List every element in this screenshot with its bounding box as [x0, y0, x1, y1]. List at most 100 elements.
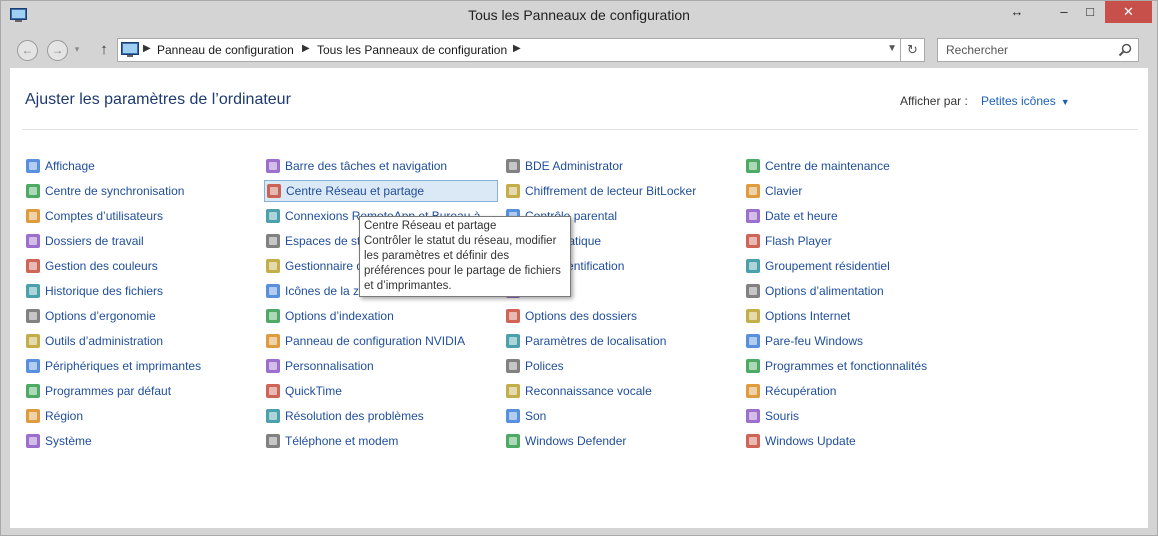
item-label[interactable]: Outils d’administration	[45, 334, 163, 348]
item-power-options[interactable]: Options d’alimentation	[745, 280, 884, 302]
item-label[interactable]: Programmes et fonctionnalités	[765, 359, 927, 373]
item-label[interactable]: Paramètres de localisation	[525, 334, 666, 348]
item-label[interactable]: Comptes d’utilisateurs	[45, 209, 163, 223]
item-date-time[interactable]: Date et heure	[745, 205, 838, 227]
resize-icon[interactable]: ↔	[1004, 1, 1030, 23]
item-label[interactable]: Centre Réseau et partage	[286, 184, 424, 198]
item-bde-admin[interactable]: BDE Administrator	[505, 155, 623, 177]
item-nvidia[interactable]: Panneau de configuration NVIDIA	[265, 330, 465, 352]
forward-button[interactable]: →	[47, 40, 68, 61]
minimize-button[interactable]: –	[1051, 1, 1077, 23]
item-homegroup[interactable]: Groupement résidentiel	[745, 255, 890, 277]
item-user-accounts[interactable]: Comptes d’utilisateurs	[25, 205, 163, 227]
item-label[interactable]: Gestionnaire d	[285, 259, 363, 273]
item-label[interactable]: Options Internet	[765, 309, 850, 323]
item-device-manager[interactable]: Gestionnaire d	[265, 255, 363, 277]
view-by-dropdown[interactable]: Petites icônes ▼	[981, 94, 1070, 108]
item-label[interactable]: Personnalisation	[285, 359, 374, 373]
item-label[interactable]: Options d’alimentation	[765, 284, 884, 298]
chevron-right-icon[interactable]: ▶	[513, 43, 521, 54]
item-label[interactable]: QuickTime	[285, 384, 342, 398]
item-admin-tools[interactable]: Outils d’administration	[25, 330, 163, 352]
item-folder-options[interactable]: Options des dossiers	[505, 305, 637, 327]
chevron-right-icon[interactable]: ▶	[143, 43, 151, 54]
item-label[interactable]: Région	[45, 409, 83, 423]
item-label[interactable]: Polices	[525, 359, 564, 373]
search-input[interactable]	[938, 39, 1114, 61]
item-mouse[interactable]: Souris	[745, 405, 799, 427]
item-speech-recognition[interactable]: Reconnaissance vocale	[505, 380, 652, 402]
item-label[interactable]: Souris	[765, 409, 799, 423]
item-system[interactable]: Système	[25, 430, 92, 452]
item-sync-center[interactable]: Centre de synchronisation	[25, 180, 184, 202]
refresh-button[interactable]: ↻	[901, 38, 925, 62]
item-quicktime[interactable]: QuickTime	[265, 380, 342, 402]
item-label[interactable]: Pare-feu Windows	[765, 334, 863, 348]
maximize-button[interactable]: □	[1077, 1, 1103, 23]
item-programs-features[interactable]: Programmes et fonctionnalités	[745, 355, 927, 377]
item-internet-options[interactable]: Options Internet	[745, 305, 850, 327]
view-by-value[interactable]: Petites icônes	[981, 94, 1056, 108]
item-flash-player[interactable]: Flash Player	[745, 230, 832, 252]
item-label[interactable]: Windows Defender	[525, 434, 626, 448]
item-action-center[interactable]: Centre de maintenance	[745, 155, 890, 177]
item-devices-printers[interactable]: Périphériques et imprimantes	[25, 355, 201, 377]
item-label[interactable]: Centre de synchronisation	[45, 184, 184, 198]
item-file-history[interactable]: Historique des fichiers	[25, 280, 163, 302]
address-bar[interactable]: ▶ Panneau de configuration ▶ Tous les Pa…	[117, 38, 901, 62]
item-label[interactable]: Son	[525, 409, 546, 423]
item-label[interactable]: Groupement résidentiel	[765, 259, 890, 273]
item-windows-update[interactable]: Windows Update	[745, 430, 856, 452]
item-troubleshooting[interactable]: Résolution des problèmes	[265, 405, 424, 427]
item-label[interactable]: Système	[45, 434, 92, 448]
item-keyboard[interactable]: Clavier	[745, 180, 802, 202]
item-ease-of-access[interactable]: Options d’ergonomie	[25, 305, 156, 327]
item-label[interactable]: Centre de maintenance	[765, 159, 890, 173]
item-label[interactable]: Barre des tâches et navigation	[285, 159, 447, 173]
item-windows-defender[interactable]: Windows Defender	[505, 430, 626, 452]
item-label[interactable]: Date et heure	[765, 209, 838, 223]
item-taskbar[interactable]: Barre des tâches et navigation	[265, 155, 447, 177]
item-label[interactable]: Flash Player	[765, 234, 832, 248]
item-label[interactable]: Téléphone et modem	[285, 434, 398, 448]
item-label[interactable]: Récupération	[765, 384, 836, 398]
item-firewall[interactable]: Pare-feu Windows	[745, 330, 863, 352]
chevron-down-icon[interactable]: ▼	[1061, 97, 1070, 107]
chevron-down-icon[interactable]: ▼	[887, 43, 897, 54]
chevron-right-icon[interactable]: ▶	[302, 43, 310, 54]
item-label[interactable]: Clavier	[765, 184, 802, 198]
item-label[interactable]: Dossiers de travail	[45, 234, 144, 248]
title-bar[interactable]: Tous les Panneaux de configuration ↔ – □…	[1, 1, 1157, 32]
item-recovery[interactable]: Récupération	[745, 380, 836, 402]
recent-locations-icon[interactable]: ▾	[71, 40, 83, 61]
search-icon[interactable]	[1118, 43, 1132, 57]
item-label[interactable]: Espaces de sto	[285, 234, 367, 248]
search-box[interactable]	[937, 38, 1139, 62]
up-button[interactable]: ↑	[95, 40, 113, 60]
item-label[interactable]: Options d’indexation	[285, 309, 394, 323]
item-label[interactable]: Historique des fichiers	[45, 284, 163, 298]
item-label[interactable]: Options des dossiers	[525, 309, 637, 323]
item-label[interactable]: Périphériques et imprimantes	[45, 359, 201, 373]
item-notification-icons[interactable]: Icônes de la zo	[265, 280, 366, 302]
breadcrumb-all-control-panels[interactable]: Tous les Panneaux de configuration	[317, 43, 507, 57]
item-label[interactable]: Panneau de configuration NVIDIA	[285, 334, 465, 348]
item-default-programs[interactable]: Programmes par défaut	[25, 380, 171, 402]
item-label[interactable]: Programmes par défaut	[45, 384, 171, 398]
item-network-center[interactable]: Centre Réseau et partage	[264, 180, 498, 202]
item-label[interactable]: Gestion des couleurs	[45, 259, 158, 273]
breadcrumb-control-panel[interactable]: Panneau de configuration	[157, 43, 294, 57]
item-label[interactable]: Chiffrement de lecteur BitLocker	[525, 184, 696, 198]
close-button[interactable]: ✕	[1105, 1, 1152, 23]
item-work-folders[interactable]: Dossiers de travail	[25, 230, 144, 252]
item-storage-spaces[interactable]: Espaces de sto	[265, 230, 367, 252]
back-button[interactable]: ←	[17, 40, 38, 61]
item-label[interactable]: Options d’ergonomie	[45, 309, 156, 323]
item-label[interactable]: Affichage	[45, 159, 95, 173]
item-label[interactable]: BDE Administrator	[525, 159, 623, 173]
item-display[interactable]: Affichage	[25, 155, 95, 177]
item-bitlocker[interactable]: Chiffrement de lecteur BitLocker	[505, 180, 696, 202]
item-indexing[interactable]: Options d’indexation	[265, 305, 394, 327]
item-label[interactable]: Windows Update	[765, 434, 856, 448]
item-color-management[interactable]: Gestion des couleurs	[25, 255, 158, 277]
